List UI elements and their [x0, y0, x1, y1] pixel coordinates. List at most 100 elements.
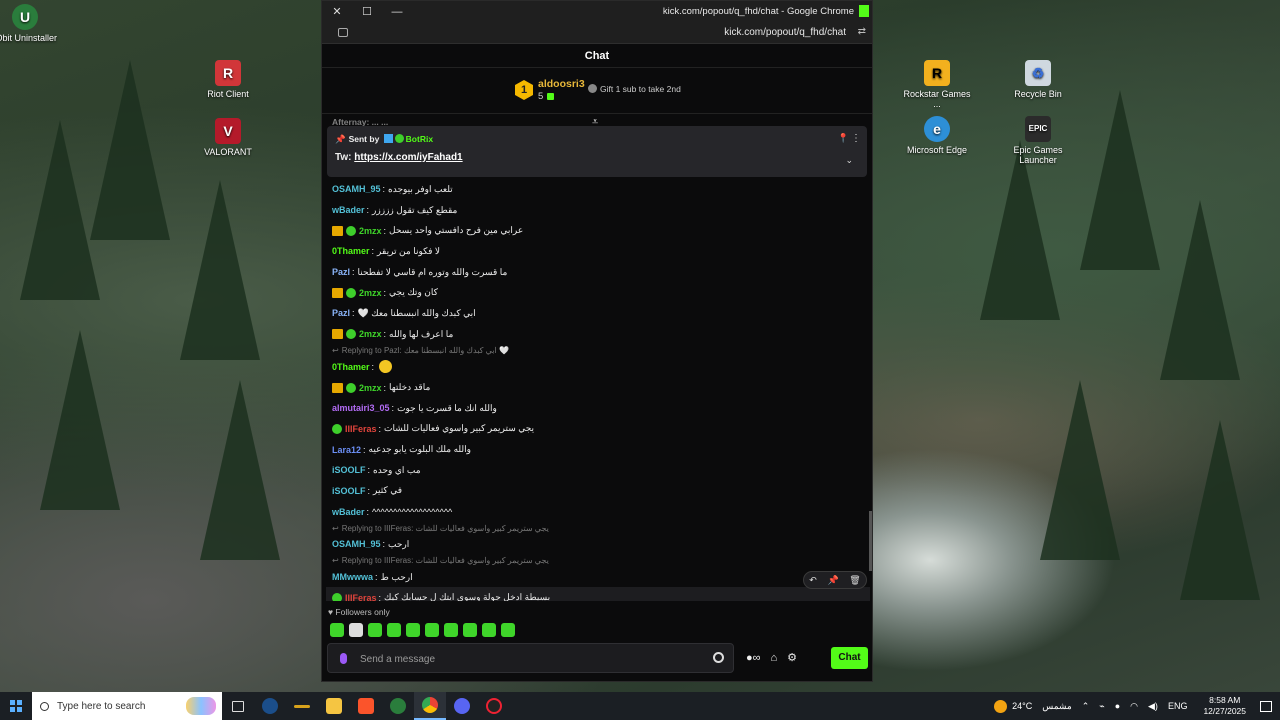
chat-message[interactable]: wBader: مقطع كيف تقول ززززر	[332, 200, 862, 221]
emote-icon[interactable]	[349, 623, 363, 637]
reply-context[interactable]: ↩ Replying to IIIFeras: يجي ستريمر كبير و…	[332, 555, 862, 567]
taskbar-app-dash[interactable]	[286, 692, 318, 720]
taskbar-iobit[interactable]	[382, 692, 414, 720]
chat-username[interactable]: almutairi3_05	[332, 403, 390, 413]
chat-username[interactable]: IIIFeras	[345, 424, 377, 434]
settings-gear-icon[interactable]: ⚙	[787, 651, 797, 664]
chat-message[interactable]: IIIFeras: يجي ستريمر كبير واسوي فعاليات ل…	[332, 419, 862, 440]
desktop-icon-riot[interactable]: R Riot Client	[192, 60, 264, 99]
reply-context[interactable]: ↩ Replying to Pazl: ابي كبدك والله انبسطن…	[332, 345, 862, 357]
desktop-icon-valorant[interactable]: V VALORANT	[192, 118, 264, 157]
chat-username[interactable]: IIIFeras	[345, 593, 377, 601]
maximize-icon[interactable]: ☐	[352, 5, 382, 18]
emote-icon[interactable]	[444, 623, 458, 637]
chat-username[interactable]: 2mzx	[359, 329, 382, 339]
emote-icon[interactable]	[368, 623, 382, 637]
chat-message[interactable]: 2mzx: ماقد دخلتها	[332, 377, 862, 398]
chat-message[interactable]: 2mzx: كان وتك يجي	[332, 282, 862, 303]
chat-message[interactable]: iSOOLF: مب اي وحده	[332, 460, 862, 481]
mic-icon[interactable]	[340, 653, 347, 664]
chat-message[interactable]: Pazl: ما قسرت والله وتوره ام قاسي لا تفطح…	[332, 262, 862, 283]
chat-message[interactable]: 2mzx: ما اعرف لها والله	[332, 324, 862, 345]
chat-message[interactable]: OSAMH_95: ارحب	[332, 534, 862, 555]
chat-username[interactable]: Pazl	[332, 267, 350, 277]
mic-tray-icon[interactable]: ●	[1115, 701, 1120, 711]
start-button[interactable]	[0, 692, 32, 720]
chat-message[interactable]: 0Thamer:	[332, 357, 862, 378]
emoji-picker-icon[interactable]	[713, 652, 724, 663]
chat-message[interactable]: wBader: ^^^^^^^^^^^^^^^^^^^	[332, 501, 862, 522]
chat-message[interactable]: almutairi3_05: والله انك ما قسرت يا جوت	[332, 398, 862, 419]
volume-icon[interactable]: ◀)	[1148, 701, 1158, 712]
leader-name[interactable]: aldoosri3	[538, 78, 585, 90]
clock[interactable]: 8:58 AM 12/27/2025	[1203, 695, 1246, 717]
url-text[interactable]: kick.com/popout/q_fhd/chat	[724, 27, 846, 38]
store-icon[interactable]: ⌂	[771, 652, 778, 664]
desktop-icon-rockstar[interactable]: R Rockstar Games ...	[901, 60, 973, 109]
chat-username[interactable]: 2mzx	[359, 383, 382, 393]
emote-icon[interactable]	[425, 623, 439, 637]
reply-context[interactable]: ↩ Replying to IIIFeras: يجي ستريمر كبير و…	[332, 522, 862, 534]
desktop-icon-recycle-bin[interactable]: ♻ Recycle Bin	[1002, 60, 1074, 99]
url-bar[interactable]: kick.com/popout/q_fhd/chat ⇄	[322, 22, 872, 44]
notification-icon[interactable]	[1260, 700, 1272, 712]
chat-username[interactable]: MMwwwa	[332, 572, 373, 582]
chat-username[interactable]: 2mzx	[359, 288, 382, 298]
pinned-link[interactable]: https://x.com/iyFahad1	[354, 152, 462, 163]
chat-username[interactable]: Lara12	[332, 445, 361, 455]
chat-message[interactable]: Lara12: والله ملك البلوت يابو جدعيه	[332, 439, 862, 460]
chat-message[interactable]: iSOOLF: في كثير	[332, 481, 862, 502]
chat-message[interactable]: 2mzx: عرابي مين فرح دافستي واحد يسحل	[332, 220, 862, 241]
unpin-icon[interactable]: 📍	[838, 133, 849, 144]
emote-icon[interactable]	[501, 623, 515, 637]
chat-message[interactable]: IIIFeras: بسيطة ادخل جولة وسوي ايتك ل حسا…	[326, 587, 870, 601]
chevron-down-icon[interactable]: ⌄	[845, 155, 853, 166]
taskbar-file-explorer[interactable]	[318, 692, 350, 720]
chat-username[interactable]: 2mzx	[359, 226, 382, 236]
chat-input[interactable]	[360, 650, 700, 668]
chat-message[interactable]: OSAMH_95: تلعب اوفر بيوجده	[332, 179, 862, 200]
emote-icon[interactable]	[387, 623, 401, 637]
chat-message[interactable]: 0Thamer: لا فكونا من تريقر	[332, 241, 862, 262]
network-icon[interactable]: ⌁	[1099, 701, 1104, 712]
delete-icon[interactable]: 🗑	[849, 575, 860, 586]
pinned-sender[interactable]: BotRix	[406, 134, 433, 144]
chat-username[interactable]: 0Thamer	[332, 246, 370, 256]
weather-temp[interactable]: 24°C	[1012, 701, 1032, 711]
taskbar-search[interactable]: Type here to search	[32, 692, 222, 720]
chat-username[interactable]: 0Thamer	[332, 362, 370, 372]
scrollbar[interactable]	[869, 511, 872, 571]
taskbar-steam[interactable]	[254, 692, 286, 720]
chat-username[interactable]: iSOOLF	[332, 486, 366, 496]
close-icon[interactable]: ✕	[322, 5, 352, 18]
chat-username[interactable]: OSAMH_95	[332, 184, 381, 194]
minimize-icon[interactable]: —	[382, 6, 412, 18]
desktop-icon-iobit[interactable]: U IObit Uninstaller	[0, 4, 61, 43]
taskbar-discord[interactable]	[446, 692, 478, 720]
chat-send-button[interactable]: Chat	[831, 647, 868, 669]
desktop-icon-edge[interactable]: e Microsoft Edge	[901, 116, 973, 155]
task-view-button[interactable]	[222, 692, 254, 720]
taskbar-chrome[interactable]	[414, 692, 446, 720]
weather-text[interactable]: مشمس	[1042, 701, 1072, 712]
chat-username[interactable]: Pazl	[332, 308, 350, 318]
emote-icon[interactable]	[482, 623, 496, 637]
pin-message-icon[interactable]: 📌	[827, 575, 838, 586]
taskbar-brave[interactable]	[350, 692, 382, 720]
desktop-icon-epic[interactable]: EPIC Epic Games Launcher	[1002, 116, 1074, 165]
chevron-up-icon[interactable]: ⌃	[1082, 701, 1090, 712]
chat-username[interactable]: iSOOLF	[332, 465, 366, 475]
chat-username[interactable]: wBader	[332, 507, 365, 517]
taskbar-app-recorder[interactable]	[478, 692, 510, 720]
reply-icon[interactable]: ↶	[809, 575, 817, 586]
chat-username[interactable]: OSAMH_95	[332, 539, 381, 549]
kicks-icon[interactable]: ●∞	[746, 652, 761, 664]
chat-username[interactable]: wBader	[332, 205, 365, 215]
emote-icon[interactable]	[330, 623, 344, 637]
chat-message[interactable]: MMwwwa: ارحب ط	[332, 567, 862, 588]
site-info-icon[interactable]	[338, 28, 348, 37]
gift-sub-prompt[interactable]: Gift 1 sub to take 2nd	[588, 84, 681, 94]
more-options-icon[interactable]: ⋮	[851, 133, 861, 144]
emote-icon[interactable]	[406, 623, 420, 637]
wifi-icon[interactable]: ◠	[1130, 701, 1138, 712]
